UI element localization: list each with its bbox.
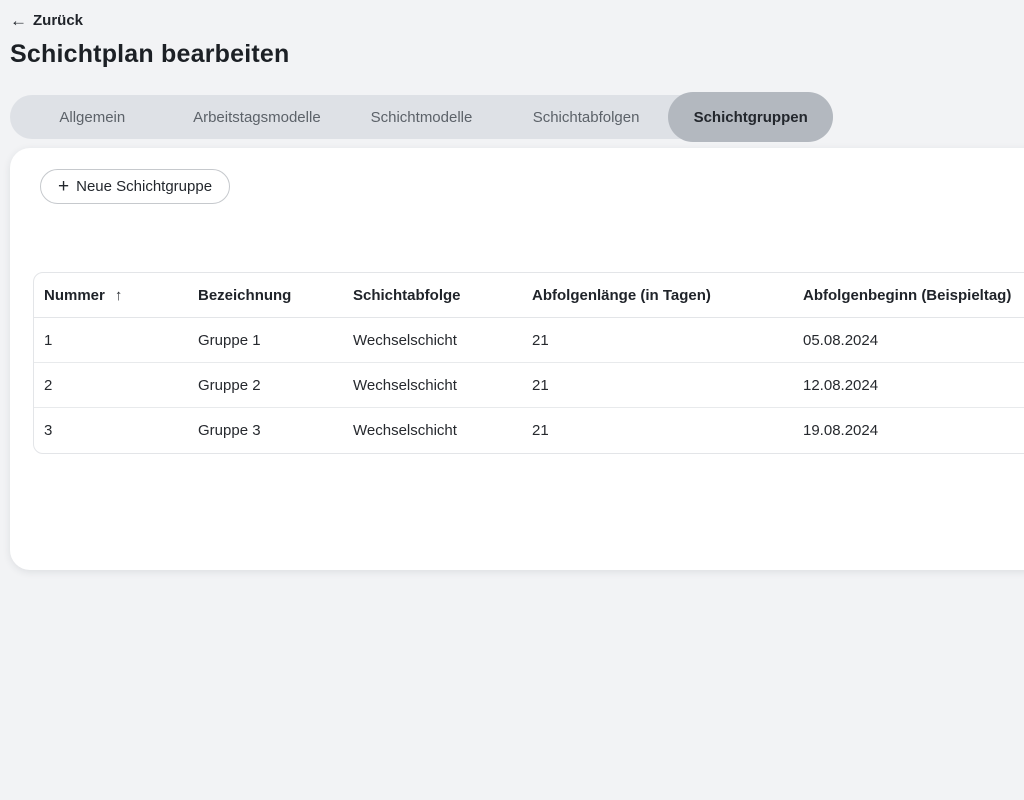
- column-header-label: Abfolgenbeginn (Beispieltag): [803, 287, 1011, 304]
- page-title: Schichtplan bearbeiten: [10, 40, 289, 69]
- table-cell: Gruppe 3: [188, 408, 343, 453]
- column-header-4[interactable]: Abfolgenlänge (in Tagen): [522, 273, 793, 318]
- table-cell: 2: [34, 363, 188, 408]
- table-row[interactable]: 1Gruppe 1Wechselschicht2105.08.2024: [34, 318, 1024, 363]
- table-cell: 05.08.2024: [793, 318, 1024, 363]
- column-header-2[interactable]: Bezeichnung: [188, 273, 343, 318]
- table-body: 1Gruppe 1Wechselschicht2105.08.20242Grup…: [34, 318, 1024, 453]
- table-cell: Gruppe 1: [188, 318, 343, 363]
- table-cell: Gruppe 2: [188, 363, 343, 408]
- table-cell: 21: [522, 363, 793, 408]
- column-header-1[interactable]: Nummer ↑: [34, 273, 188, 318]
- table-cell: 21: [522, 408, 793, 453]
- table-row[interactable]: 2Gruppe 2Wechselschicht2112.08.2024: [34, 363, 1024, 408]
- back-link-label: Zurück: [33, 12, 83, 29]
- sort-ascending-icon: ↑: [115, 287, 123, 304]
- table-cell: 12.08.2024: [793, 363, 1024, 408]
- back-arrow-icon: ←: [10, 12, 27, 29]
- table-cell: 19.08.2024: [793, 408, 1024, 453]
- back-link[interactable]: ← Zurück: [10, 12, 83, 29]
- table-cell: 3: [34, 408, 188, 453]
- column-header-3[interactable]: Schichtabfolge: [343, 273, 522, 318]
- table-cell: Wechselschicht: [343, 408, 522, 453]
- tab-arbeitstagsmodelle[interactable]: Arbeitstagsmodelle: [175, 95, 340, 139]
- column-header-5[interactable]: Abfolgenbeginn (Beispieltag): [793, 273, 1024, 318]
- column-header-label: Abfolgenlänge (in Tagen): [532, 287, 711, 304]
- new-schichtgruppe-button[interactable]: + Neue Schichtgruppe: [40, 169, 230, 204]
- new-schichtgruppe-button-label: Neue Schichtgruppe: [76, 178, 212, 195]
- tab-schichtabfolgen[interactable]: Schichtabfolgen: [504, 95, 669, 139]
- column-header-label: Schichtabfolge: [353, 287, 461, 304]
- schichtgruppen-table: Nummer ↑ Bezeichnung Schichtabfolge Abfolgen…: [33, 272, 1024, 454]
- tab-schichtgruppen[interactable]: Schichtgruppen: [668, 92, 833, 142]
- page: ← Zurück Schichtplan bearbeiten Allgemei…: [0, 0, 1024, 800]
- column-header-label: Bezeichnung: [198, 287, 291, 304]
- table-cell: Wechselschicht: [343, 363, 522, 408]
- column-header-label: Nummer: [44, 287, 105, 304]
- table-row[interactable]: 3Gruppe 3Wechselschicht2119.08.2024: [34, 408, 1024, 453]
- table-cell: 21: [522, 318, 793, 363]
- table-cell: Wechselschicht: [343, 318, 522, 363]
- tab-bar: AllgemeinArbeitstagsmodelleSchichtmodell…: [10, 95, 833, 139]
- table-cell: 1: [34, 318, 188, 363]
- plus-icon: +: [58, 177, 69, 196]
- tab-schichtmodelle[interactable]: Schichtmodelle: [339, 95, 504, 139]
- tab-allgemein[interactable]: Allgemein: [10, 95, 175, 139]
- content-card: + Neue Schichtgruppe Nummer ↑ Bezeichnung S…: [10, 148, 1024, 570]
- table-header-row: Nummer ↑ Bezeichnung Schichtabfolge Abfolgen…: [34, 273, 1024, 318]
